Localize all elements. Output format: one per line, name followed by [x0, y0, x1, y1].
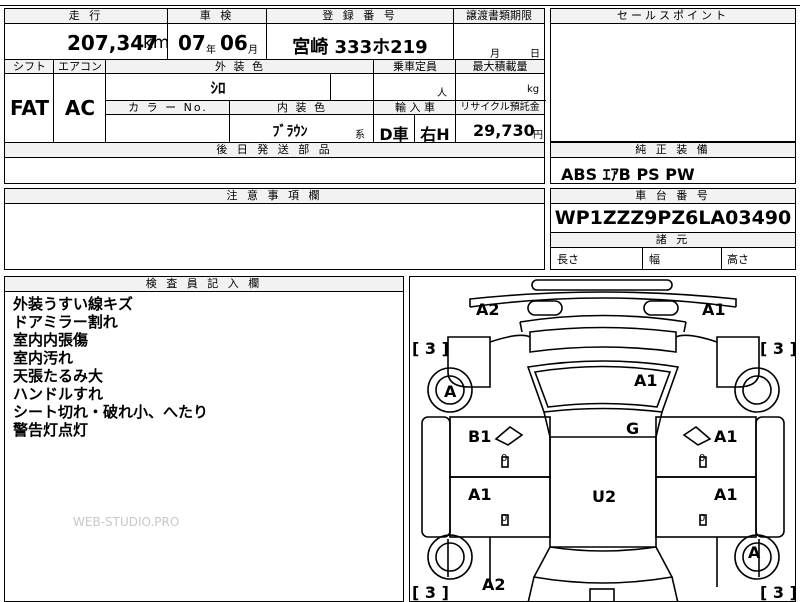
- damage-mark-rear-right-wheel: A: [748, 543, 761, 562]
- recycle-label: リサイクル預託金: [460, 102, 540, 113]
- inspector-note: ドアミラー割れ: [13, 313, 118, 331]
- dimension-height: 高さ: [727, 253, 749, 266]
- capacity-label: 乗車定員: [393, 60, 437, 73]
- shift-label: シフト: [13, 60, 46, 73]
- door-zero-mark: 0: [699, 513, 706, 524]
- damage-mark-left-rear-door: A1: [468, 485, 492, 504]
- tire-depth-front-left: [ 3 ]: [412, 339, 449, 358]
- interior-color-value: ﾌﾞﾗｳﾝ: [272, 124, 308, 140]
- inspection-year-unit: 年: [206, 45, 216, 56]
- transfer-month-unit: 月: [490, 49, 500, 60]
- aircon-label: エアコン: [58, 60, 102, 73]
- tire-depth-rear-right: [ 3 ]: [760, 583, 796, 602]
- shift-value: FAT: [10, 96, 49, 120]
- inspector-note: ハンドルすれ: [13, 385, 104, 403]
- chassis-label: 車 台 番 号: [551, 189, 795, 204]
- damage-mark-right-rear-door: A1: [714, 485, 738, 504]
- inspector-note: シート切れ・破れ小、へたり: [13, 403, 209, 421]
- dimensions-label: 諸 元: [551, 233, 795, 248]
- registration-cell: 登 録 番 号 宮崎 333ホ219: [266, 8, 454, 60]
- interior-color-unit: 系: [355, 130, 365, 141]
- tire-depth-front-right: [ 3 ]: [760, 339, 796, 358]
- interior-color-label: 内 装 色: [277, 101, 327, 114]
- dimension-width: 幅: [649, 253, 660, 266]
- inspection-month-unit: 月: [248, 45, 258, 56]
- door-zero-mark: 0: [501, 513, 508, 524]
- damage-mark-left-front-door: B1: [468, 427, 492, 446]
- registration-label: 登 録 番 号: [267, 9, 453, 24]
- capacity-unit: 人: [437, 88, 447, 99]
- exterior-color-label: 外 装 色: [215, 60, 265, 73]
- inspection-cell: 車 検 07 年 06 月: [167, 8, 267, 60]
- inspector-note: 警告灯点灯: [13, 421, 89, 439]
- color-no-label: カ ラ ー No.: [128, 101, 208, 114]
- inspector-box: 検 査 員 記 入 欄 外装うすい線キズ ドアミラー割れ 室内内張傷 室内汚れ …: [4, 276, 404, 602]
- inspection-month: 06: [220, 31, 248, 55]
- equipment-label: 純 正 装 備: [551, 143, 795, 158]
- spec-table: シフト エアコン FAT AC 外 装 色 乗車定員 最大積載量 ｼﾛ 人 kg…: [4, 59, 546, 144]
- tire-depth-rear-left: [ 3 ]: [412, 583, 449, 602]
- dimension-length: 長さ: [557, 253, 579, 266]
- chassis-box: 車 台 番 号 WP1ZZZ9PZ6LA03490 諸 元 長さ 幅 高さ: [550, 188, 796, 270]
- mileage-unit: km: [143, 33, 170, 53]
- top-edge-fragment: [0, 0, 800, 6]
- door-zero-mark: 0: [699, 453, 706, 464]
- max-load-label: 最大積載量: [472, 60, 528, 73]
- inspector-note: 室内内張傷: [13, 331, 89, 349]
- inspection-label: 車 検: [168, 9, 266, 24]
- transfer-deadline-label: 譲渡書類期限: [454, 9, 544, 24]
- inspector-note: 天張たるみ大: [13, 367, 104, 385]
- recycle-unit: 円: [533, 130, 543, 141]
- sales-point-box: セールスポイント: [550, 8, 796, 142]
- transfer-deadline-cell: 譲渡書類期限 月 日: [453, 8, 545, 60]
- car-diagram-box: [ 3 ] [ 3 ] [ 3 ] [ 3 ] A2 A1 A1 A A G B…: [409, 276, 796, 602]
- damage-mark-left-front-wheel: A: [444, 382, 457, 401]
- transfer-day-unit: 日: [530, 49, 540, 60]
- damage-mark-right-front-door: A1: [714, 427, 738, 446]
- damage-mark-front-left: A2: [476, 300, 500, 319]
- exterior-color-value: ｼﾛ: [210, 79, 226, 97]
- watermark: WEB-STUDIO.PRO: [73, 515, 180, 529]
- equipment-box: 純 正 装 備 ABS ｴｱB PS PW: [550, 142, 796, 184]
- equipment-value: ABS ｴｱB PS PW: [561, 165, 695, 184]
- damage-mark-windshield: G: [626, 419, 640, 438]
- mileage-cell: 走 行 207,347 km: [4, 8, 170, 60]
- inspector-note: 外装うすい線キズ: [13, 295, 134, 313]
- aircon-value: AC: [64, 96, 96, 120]
- damage-mark-roof: U2: [592, 487, 617, 506]
- max-load-unit: kg: [527, 84, 540, 95]
- damage-mark-rear-left: A2: [482, 575, 506, 594]
- inspector-label: 検 査 員 記 入 欄: [5, 277, 403, 292]
- sales-point-label: セールスポイント: [551, 9, 795, 24]
- notes-label: 注 意 事 項 欄: [5, 189, 544, 204]
- inspector-note: 室内汚れ: [13, 349, 74, 367]
- door-zero-mark: 0: [501, 453, 508, 464]
- registration-value: 宮崎 333ホ219: [292, 37, 428, 58]
- chassis-value: WP1ZZZ9PZ6LA03490: [554, 207, 792, 229]
- damage-mark-hood: A1: [634, 371, 658, 390]
- later-parts-box: 後 日 発 送 部 品: [4, 142, 545, 184]
- notes-box: 注 意 事 項 欄: [4, 188, 545, 270]
- damage-mark-front-right: A1: [702, 300, 726, 319]
- recycle-value: 29,730: [473, 121, 535, 140]
- inspection-year: 07: [178, 31, 206, 55]
- later-parts-label: 後 日 発 送 部 品: [5, 143, 544, 158]
- import-label: 輸 入 車: [395, 101, 435, 114]
- mileage-label: 走 行: [5, 9, 167, 24]
